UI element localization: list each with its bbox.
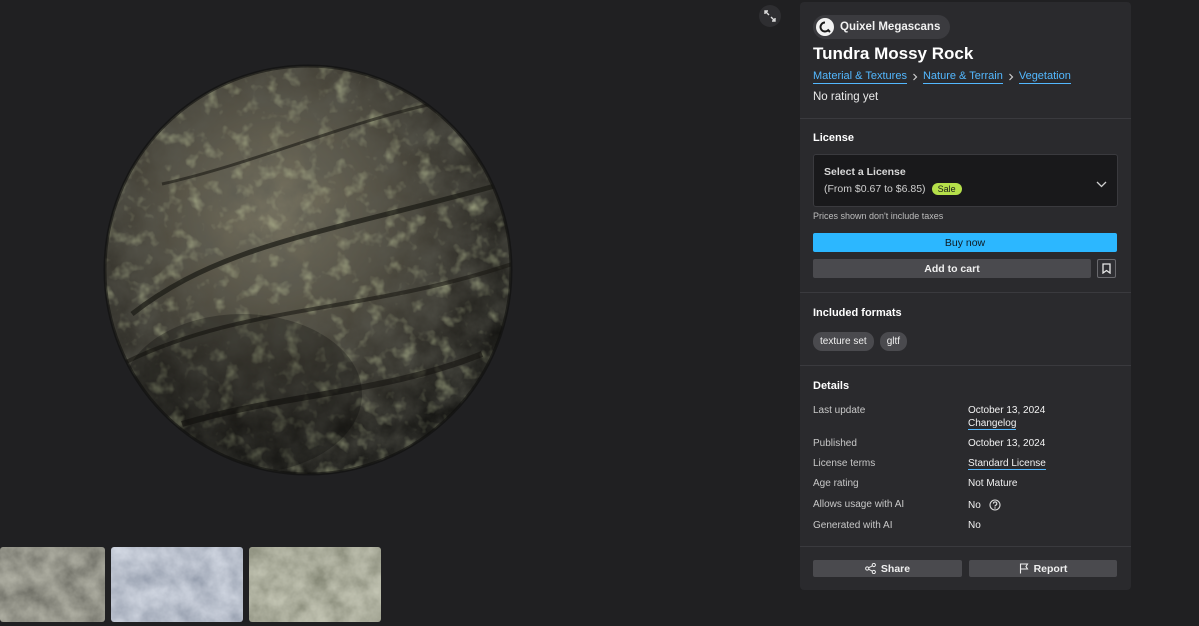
asset-viewer [0, 0, 790, 626]
chevron-down-icon [1096, 175, 1107, 193]
asset-details-panel: Quixel Megascans Tundra Mossy Rock Mater… [800, 2, 1131, 590]
report-label: Report [1033, 562, 1068, 575]
thumbnail-strip [0, 547, 790, 622]
breadcrumb-vegetation[interactable]: Vegetation [1018, 70, 1071, 84]
details-heading: Details [813, 380, 850, 392]
bookmark-button[interactable] [1097, 259, 1116, 278]
thumbnail-mossy-rock [249, 547, 381, 622]
divider [800, 118, 1131, 119]
license-heading: License [813, 132, 854, 144]
breadcrumb-nature-terrain[interactable]: Nature & Terrain [922, 70, 1003, 84]
asset-title: Tundra Mossy Rock [813, 44, 974, 63]
quixel-logo-icon [816, 18, 834, 36]
license-select-title: Select a License [824, 166, 906, 178]
detail-value: Not Mature [968, 478, 1018, 489]
thumbnail-dark-rock [0, 547, 105, 622]
divider [800, 546, 1131, 547]
help-circle-icon[interactable] [989, 499, 1001, 511]
taxes-note: Prices shown don't include taxes [813, 211, 944, 221]
format-chip-gltf: gltf [879, 332, 908, 351]
material-preview-sphere[interactable] [102, 64, 514, 476]
detail-value: No [968, 500, 981, 511]
expand-button[interactable] [759, 5, 781, 27]
breadcrumb: Material & Textures Nature & Terrain Veg… [813, 70, 1071, 84]
breadcrumb-material-textures[interactable]: Material & Textures [813, 70, 907, 84]
changelog-link[interactable]: Changelog [968, 418, 1017, 430]
thumbnail-1[interactable] [0, 547, 105, 622]
share-icon [865, 563, 876, 574]
detail-label: Published [813, 438, 857, 449]
report-button[interactable]: Report [969, 560, 1117, 577]
detail-value: No [968, 520, 981, 531]
standard-license-link[interactable]: Standard License [968, 458, 1046, 470]
chevron-right-icon [1007, 73, 1015, 81]
thumbnail-2[interactable] [111, 547, 243, 622]
flag-icon [1019, 563, 1029, 574]
rating-text: No rating yet [813, 91, 879, 103]
expand-arrows-icon [764, 10, 776, 22]
license-select[interactable]: Select a License (From $0.67 to $6.85) S… [813, 154, 1118, 207]
sale-badge: Sale [931, 183, 962, 195]
detail-value: October 13, 2024 [968, 438, 1046, 449]
publisher-chip[interactable]: Quixel Megascans [813, 15, 951, 39]
add-to-cart-button[interactable]: Add to cart [813, 259, 1091, 278]
license-price-row: (From $0.67 to $6.85) Sale [824, 183, 962, 195]
detail-value: October 13, 2024 [968, 405, 1046, 416]
detail-label: License terms [813, 458, 876, 469]
publisher-name: Quixel Megascans [840, 21, 941, 33]
detail-label: Allows usage with AI [813, 499, 905, 510]
included-formats-heading: Included formats [813, 307, 902, 319]
detail-label: Age rating [813, 478, 859, 489]
detail-value-wrap: No [968, 499, 1001, 511]
thumbnail-blue-grey-rock [111, 547, 243, 622]
formats-list: texture set gltf [813, 332, 908, 351]
license-price-range: (From $0.67 to $6.85) [824, 183, 926, 195]
thumbnail-3[interactable] [249, 547, 381, 622]
divider [800, 365, 1131, 366]
chevron-right-icon [911, 73, 919, 81]
bookmark-icon [1102, 263, 1111, 274]
share-button[interactable]: Share [813, 560, 962, 577]
buy-now-button[interactable]: Buy now [813, 233, 1117, 252]
format-chip-texture-set: texture set [813, 332, 874, 351]
share-label: Share [880, 562, 911, 575]
divider [800, 292, 1131, 293]
detail-label: Generated with AI [813, 520, 893, 531]
detail-label: Last update [813, 405, 866, 416]
